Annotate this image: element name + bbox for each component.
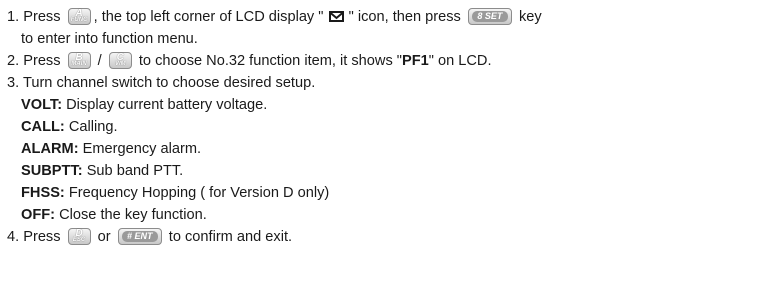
step-2-slash: / <box>97 53 102 69</box>
step-4-line: 4. Press D ESC or # ENT to confirm and e… <box>7 226 770 248</box>
option-name: OFF: <box>21 207 56 223</box>
option-desc: Display current battery voltage. <box>66 97 268 113</box>
option-volt: VOLT: Display current battery voltage. <box>7 94 770 116</box>
option-desc: Sub band PTT. <box>86 163 184 179</box>
option-desc: Calling. <box>68 119 118 135</box>
vm-key-icon: C V/M <box>108 51 132 69</box>
step-3-text: 3. Turn channel switch to choose desired… <box>7 75 316 91</box>
main-key-label: MAIN <box>71 60 87 67</box>
step-1-text-a: 1. Press <box>7 9 61 25</box>
step-2-text-a: 2. Press <box>7 53 61 69</box>
option-desc: Close the key function. <box>59 207 207 223</box>
esc-key-icon: D ESC <box>67 227 91 245</box>
step-2-line: 2. Press B MAIN / C V/M to choose No.32 … <box>7 50 770 72</box>
option-name: SUBPTT: <box>21 163 83 179</box>
set-key-label: 8 SET <box>471 10 508 22</box>
step-4-or: or <box>97 229 111 245</box>
set-key-icon: 8 SET <box>467 7 512 25</box>
option-name: ALARM: <box>21 141 79 157</box>
vm-key-label: V/M <box>114 60 126 67</box>
option-name: CALL: <box>21 119 65 135</box>
option-desc: Frequency Hopping ( for Version D only) <box>68 185 330 201</box>
option-call: CALL: Calling. <box>7 116 770 138</box>
step-4-text-c: to confirm and exit. <box>168 229 293 245</box>
option-alarm: ALARM: Emergency alarm. <box>7 138 770 160</box>
step-1-text-d: key <box>518 9 542 25</box>
option-subptt: SUBPTT: Sub band PTT. <box>7 160 770 182</box>
envelope-icon <box>328 10 344 22</box>
option-name: FHSS: <box>21 185 65 201</box>
step-1-text-c: " icon, then press <box>348 9 461 25</box>
step-1-line-2: to enter into function menu. <box>7 28 770 50</box>
step-4-text-a: 4. Press <box>7 229 61 245</box>
step-2-pf1: PF1 <box>401 53 429 69</box>
ent-key-icon: # ENT <box>117 227 162 245</box>
step-1-line-1: 1. Press A FUNC , the top left corner of… <box>7 6 770 28</box>
ent-key-label: # ENT <box>121 230 158 242</box>
esc-key-label: ESC <box>72 236 86 243</box>
option-off: OFF: Close the key function. <box>7 204 770 226</box>
func-key-label: FUNC <box>70 16 88 23</box>
main-key-icon: B MAIN <box>67 51 91 69</box>
step-2-text-d: " on LCD. <box>428 53 492 69</box>
option-desc: Emergency alarm. <box>82 141 202 157</box>
instruction-page: 1. Press A FUNC , the top left corner of… <box>0 0 770 302</box>
step-2-text-c: to choose No.32 function item, it shows … <box>138 53 402 69</box>
step-1-text-b: , the top left corner of LCD display " <box>93 9 324 25</box>
option-fhss: FHSS: Frequency Hopping ( for Version D … <box>7 182 770 204</box>
func-key-icon: A FUNC <box>67 7 91 25</box>
step-1-text-e: to enter into function menu. <box>21 31 198 47</box>
option-name: VOLT: <box>21 97 63 113</box>
step-3-line: 3. Turn channel switch to choose desired… <box>7 72 770 94</box>
